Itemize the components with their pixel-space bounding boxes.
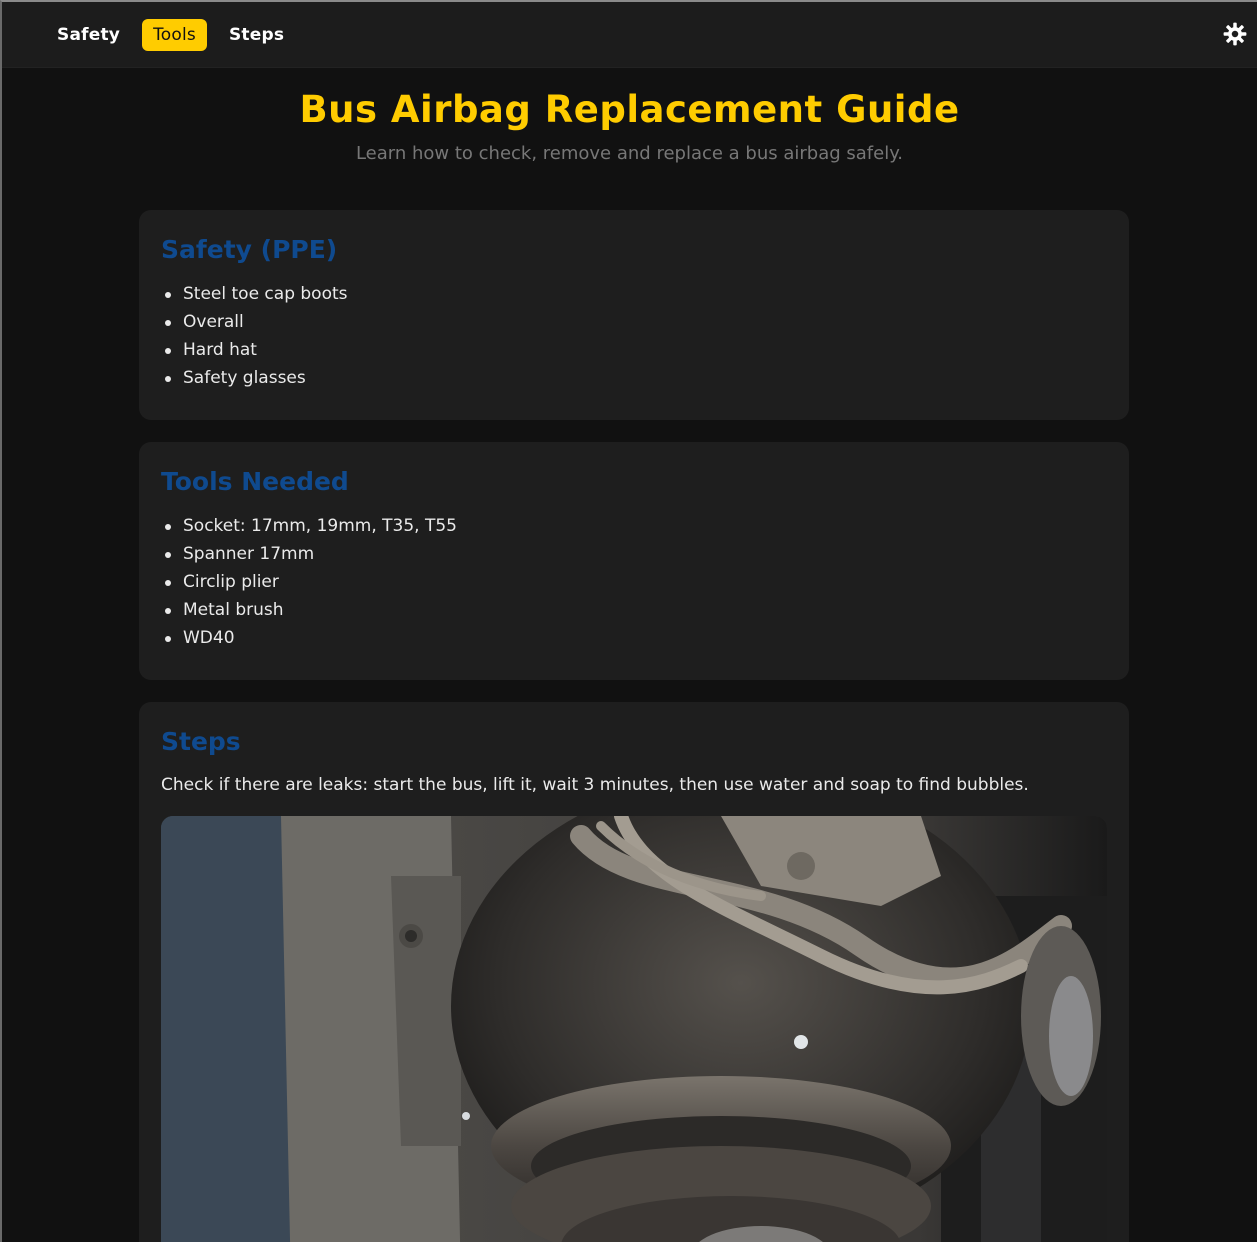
list-item: Metal brush	[161, 596, 1107, 624]
list-item: Steel toe cap boots	[161, 280, 1107, 308]
nav-link-safety[interactable]: Safety	[46, 19, 131, 51]
step-text: Check if there are leaks: start the bus,…	[161, 775, 1029, 795]
page-title: Bus Airbag Replacement Guide	[299, 88, 960, 131]
page-header: Bus Airbag Replacement Guide Learn how t…	[2, 68, 1257, 166]
safety-card: Safety (PPE) Steel toe cap boots Overall…	[139, 210, 1129, 420]
theme-toggle-button[interactable]	[1221, 20, 1249, 48]
steps-heading: Steps	[161, 727, 241, 756]
airbag-photo-illustration	[161, 816, 1107, 1242]
list-item: WD40	[161, 624, 1107, 652]
top-nav: Safety Tools Steps	[2, 2, 1257, 68]
safety-list: Steel toe cap boots Overall Hard hat Saf…	[161, 280, 1107, 392]
page-subtitle: Learn how to check, remove and replace a…	[355, 143, 904, 164]
tools-heading: Tools Needed	[161, 467, 349, 496]
list-item: Safety glasses	[161, 364, 1107, 392]
page: Safety Tools Steps Bus Airbag Replacemen…	[0, 0, 1257, 1242]
list-item: Spanner 17mm	[161, 540, 1107, 568]
tools-card: Tools Needed Socket: 17mm, 19mm, T35, T5…	[139, 442, 1129, 680]
list-item: Socket: 17mm, 19mm, T35, T55	[161, 512, 1107, 540]
tools-list: Socket: 17mm, 19mm, T35, T55 Spanner 17m…	[161, 512, 1107, 652]
safety-heading: Safety (PPE)	[161, 235, 338, 264]
nav-link-steps[interactable]: Steps	[218, 19, 295, 51]
airbag-photo	[161, 816, 1107, 1242]
list-item: Circlip plier	[161, 568, 1107, 596]
list-item: Overall	[161, 308, 1107, 336]
list-item: Hard hat	[161, 336, 1107, 364]
steps-card: Steps Check if there are leaks: start th…	[139, 702, 1129, 1242]
gear-icon	[1223, 22, 1247, 46]
nav-link-tools[interactable]: Tools	[142, 18, 207, 51]
